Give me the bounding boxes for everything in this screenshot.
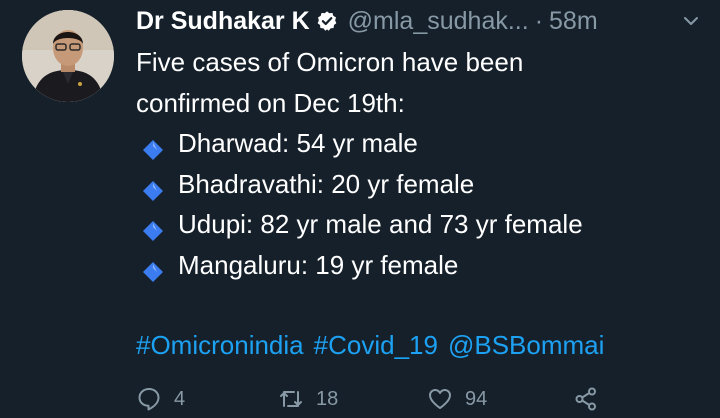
like-count: 94 bbox=[465, 387, 488, 410]
tweet-header: Dr Sudhakar K @mla_sudhak... · 58m bbox=[136, 4, 702, 38]
tweet-text: Five cases of Omicron have been confirme… bbox=[136, 42, 711, 366]
list-item: Dharwad: 54 yr male bbox=[136, 123, 711, 164]
list-item: Mangaluru: 19 yr female bbox=[136, 245, 711, 286]
header-separator: · bbox=[534, 6, 544, 35]
small-blue-diamond-icon bbox=[142, 254, 164, 282]
list-item: Udupi: 82 yr male and 73 yr female bbox=[136, 204, 711, 245]
mention-bsbommai-link[interactable]: @BSBommai bbox=[448, 330, 604, 360]
bullet-text: Udupi: 82 yr male and 73 yr female bbox=[178, 209, 583, 239]
author-handle[interactable]: @mla_sudhak... bbox=[348, 7, 529, 36]
small-blue-diamond-icon bbox=[142, 173, 164, 201]
hashtag-omicronindia-link[interactable]: #Omicronindia bbox=[136, 330, 304, 360]
reply-icon bbox=[138, 388, 160, 411]
tweet-intro-line-2: confirmed on Dec 19th: bbox=[136, 87, 405, 118]
tweet-timestamp[interactable]: 58m bbox=[549, 7, 598, 36]
bullet-text: Dharwad: 54 yr male bbox=[178, 128, 418, 158]
share-icon bbox=[575, 387, 596, 411]
verified-badge-icon bbox=[316, 10, 338, 32]
like-button[interactable]: 94 bbox=[427, 386, 487, 412]
chevron-down-icon[interactable] bbox=[682, 12, 700, 30]
small-blue-diamond-icon bbox=[142, 132, 164, 161]
reply-count: 4 bbox=[174, 387, 186, 410]
bullet-text: Mangaluru: 19 yr female bbox=[178, 249, 459, 280]
retweet-count: 18 bbox=[316, 387, 339, 410]
share-button[interactable] bbox=[573, 386, 611, 412]
retweet-icon bbox=[280, 391, 302, 407]
tweet-hashtags: #Omicronindia #Covid_19 @BSBommai bbox=[136, 325, 711, 366]
hashtag-covid19-link[interactable]: #Covid_19 bbox=[314, 330, 438, 360]
author-name[interactable]: Dr Sudhakar K bbox=[136, 7, 310, 36]
list-item: Bhadravathi: 20 yr female bbox=[136, 164, 711, 205]
reply-button[interactable]: 4 bbox=[136, 386, 185, 412]
bullet-text: Bhadravathi: 20 yr female bbox=[178, 168, 475, 199]
heart-icon bbox=[429, 389, 451, 409]
retweet-button[interactable]: 18 bbox=[278, 386, 338, 412]
author-avatar[interactable] bbox=[22, 10, 114, 102]
small-blue-diamond-icon bbox=[142, 213, 164, 242]
tweet-intro-line-1: Five cases of Omicron have been bbox=[136, 47, 524, 77]
tweet-actions: 4 18 94 bbox=[136, 384, 606, 418]
